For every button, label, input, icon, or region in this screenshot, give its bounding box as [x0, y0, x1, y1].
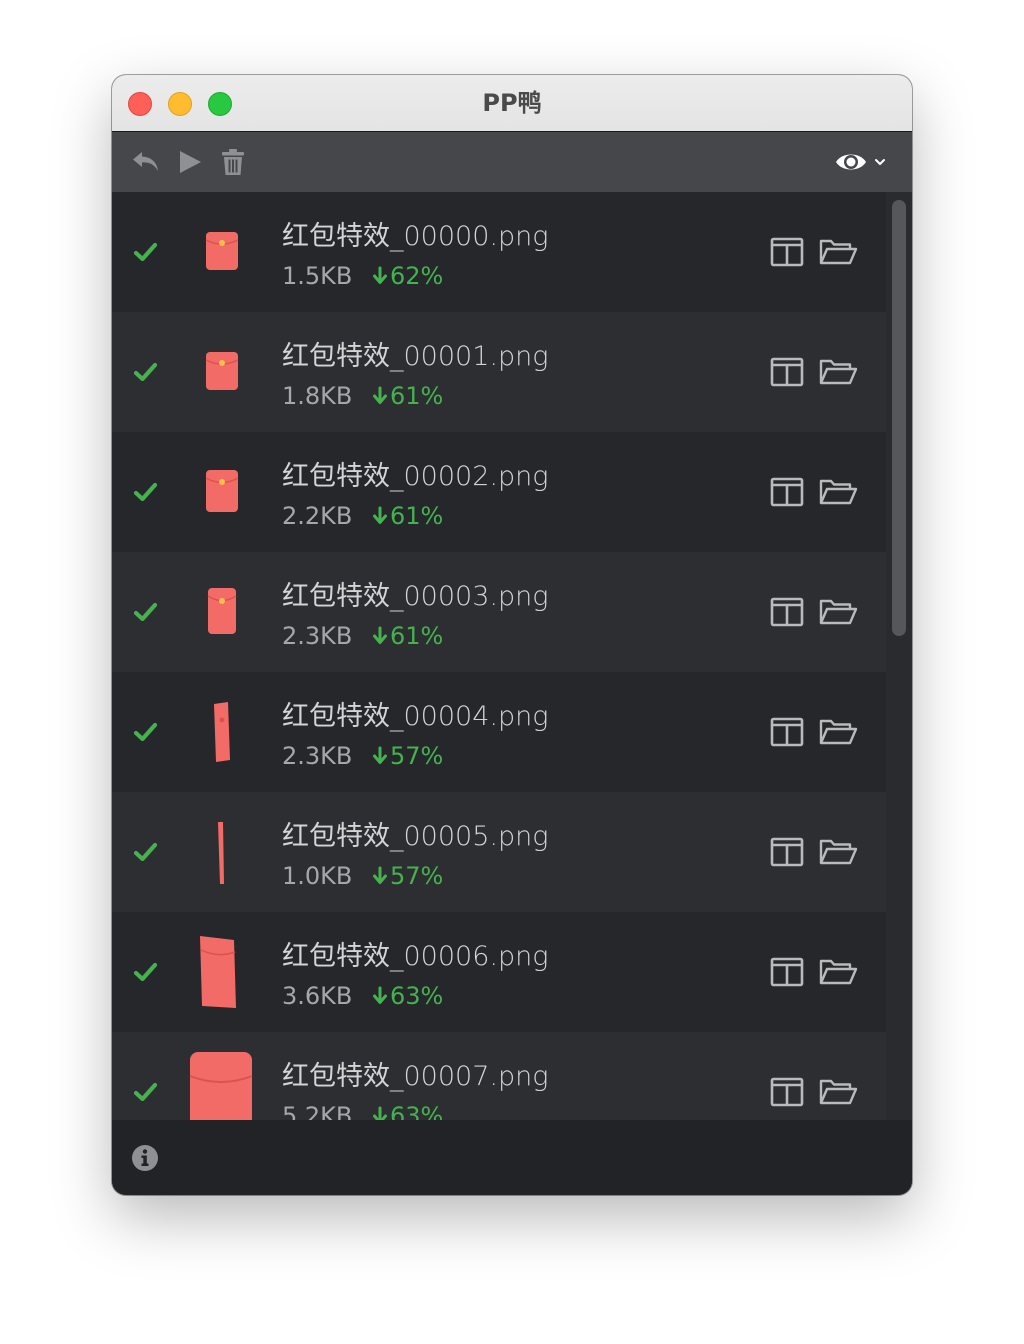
file-name: 红包特效_00003.png [282, 581, 549, 612]
compare-icon[interactable] [770, 956, 804, 988]
file-thumbnail [174, 930, 270, 1014]
checkmark-icon [132, 360, 160, 384]
status-footer [112, 1120, 912, 1195]
file-thumbnail [174, 690, 270, 774]
title-bar: PP鸭 [112, 75, 912, 132]
info-icon[interactable] [131, 1144, 159, 1172]
checkmark-icon [132, 240, 160, 264]
compare-icon[interactable] [770, 716, 804, 748]
arrow-down-icon [372, 504, 388, 524]
file-name: 红包特效_00000.png [282, 221, 549, 252]
scrollbar-track[interactable] [886, 192, 912, 1120]
compare-icon[interactable] [770, 356, 804, 388]
file-row[interactable]: 红包特效_00001.png 1.8KB 61% [112, 312, 886, 432]
arrow-down-icon [372, 624, 388, 644]
arrow-down-icon [372, 264, 388, 284]
eye-icon [836, 154, 866, 170]
open-folder-icon[interactable] [818, 476, 858, 508]
arrow-down-icon [372, 984, 388, 1004]
size-reduction: 63% [372, 982, 443, 1010]
checkmark-icon [132, 480, 160, 504]
compare-icon[interactable] [770, 1076, 804, 1108]
checkmark-icon [132, 1080, 160, 1104]
file-thumbnail [174, 210, 270, 294]
compare-icon[interactable] [770, 596, 804, 628]
file-row[interactable]: 红包特效_00006.png 3.6KB 63% [112, 912, 886, 1032]
size-reduction: 61% [372, 502, 443, 530]
toolbar [112, 132, 912, 192]
open-folder-icon[interactable] [818, 356, 858, 388]
preview-toggle-button[interactable] [834, 146, 890, 178]
saving-percent: 57% [390, 862, 444, 890]
file-row[interactable]: 红包特效_00000.png 1.5KB 62% [112, 192, 886, 312]
file-size: 2.2KB [282, 502, 353, 530]
trash-icon[interactable] [217, 146, 249, 178]
file-size: 2.3KB [282, 622, 353, 650]
file-size: 1.0KB [282, 862, 353, 890]
file-thumbnail [174, 810, 270, 894]
checkmark-icon [132, 960, 160, 984]
saving-percent: 61% [390, 502, 444, 530]
open-folder-icon[interactable] [818, 716, 858, 748]
compare-icon[interactable] [770, 236, 804, 268]
arrow-down-icon [372, 744, 388, 764]
compare-icon[interactable] [770, 476, 804, 508]
file-size: 2.3KB [282, 742, 353, 770]
file-thumbnail [174, 330, 270, 414]
open-folder-icon[interactable] [818, 596, 858, 628]
saving-percent: 63% [390, 1102, 444, 1120]
file-list: 红包特效_00000.png 1.5KB 62% 红包特效_00001.png … [112, 192, 886, 1120]
file-row[interactable]: 红包特效_00003.png 2.3KB 61% [112, 552, 886, 672]
saving-percent: 61% [390, 622, 444, 650]
undo-icon[interactable] [130, 146, 162, 178]
file-size: 1.8KB [282, 382, 353, 410]
file-thumbnail [174, 450, 270, 534]
open-folder-icon[interactable] [818, 236, 858, 268]
file-name: 红包特效_00007.png [282, 1061, 549, 1092]
arrow-down-icon [372, 864, 388, 884]
file-row[interactable]: 红包特效_00005.png 1.0KB 57% [112, 792, 886, 912]
checkmark-icon [132, 840, 160, 864]
size-reduction: 61% [372, 382, 443, 410]
play-icon[interactable] [174, 146, 206, 178]
open-folder-icon[interactable] [818, 1076, 858, 1108]
checkmark-icon [132, 720, 160, 744]
saving-percent: 63% [390, 982, 444, 1010]
file-size: 1.5KB [282, 262, 353, 290]
size-reduction: 63% [372, 1102, 443, 1120]
saving-percent: 62% [390, 262, 444, 290]
file-thumbnail [174, 1050, 270, 1120]
file-name: 红包特效_00002.png [282, 461, 549, 492]
chevron-down-icon [875, 159, 885, 165]
file-size: 3.6KB [282, 982, 353, 1010]
file-thumbnail [174, 570, 270, 654]
file-name: 红包特效_00006.png [282, 941, 549, 972]
open-folder-icon[interactable] [818, 836, 858, 868]
file-row[interactable]: 红包特效_00007.png 5.2KB 63% [112, 1032, 886, 1120]
checkmark-icon [132, 600, 160, 624]
window-title: PP鸭 [482, 89, 542, 117]
compare-icon[interactable] [770, 836, 804, 868]
file-size: 5.2KB [282, 1102, 353, 1120]
file-row[interactable]: 红包特效_00002.png 2.2KB 61% [112, 432, 886, 552]
arrow-down-icon [372, 384, 388, 404]
size-reduction: 62% [372, 262, 443, 290]
size-reduction: 57% [372, 862, 443, 890]
size-reduction: 57% [372, 742, 443, 770]
scrollbar-thumb[interactable] [892, 200, 906, 636]
saving-percent: 57% [390, 742, 444, 770]
file-name: 红包特效_00004.png [282, 701, 549, 732]
file-name: 红包特效_00001.png [282, 341, 549, 372]
file-name: 红包特效_00005.png [282, 821, 549, 852]
saving-percent: 61% [390, 382, 444, 410]
size-reduction: 61% [372, 622, 443, 650]
open-folder-icon[interactable] [818, 956, 858, 988]
app-window: PP鸭 红包特效_00000.png 1.5KB 62% 红包特效_00001.… [112, 75, 912, 1195]
file-row[interactable]: 红包特效_00004.png 2.3KB 57% [112, 672, 886, 792]
arrow-down-icon [372, 1104, 388, 1120]
